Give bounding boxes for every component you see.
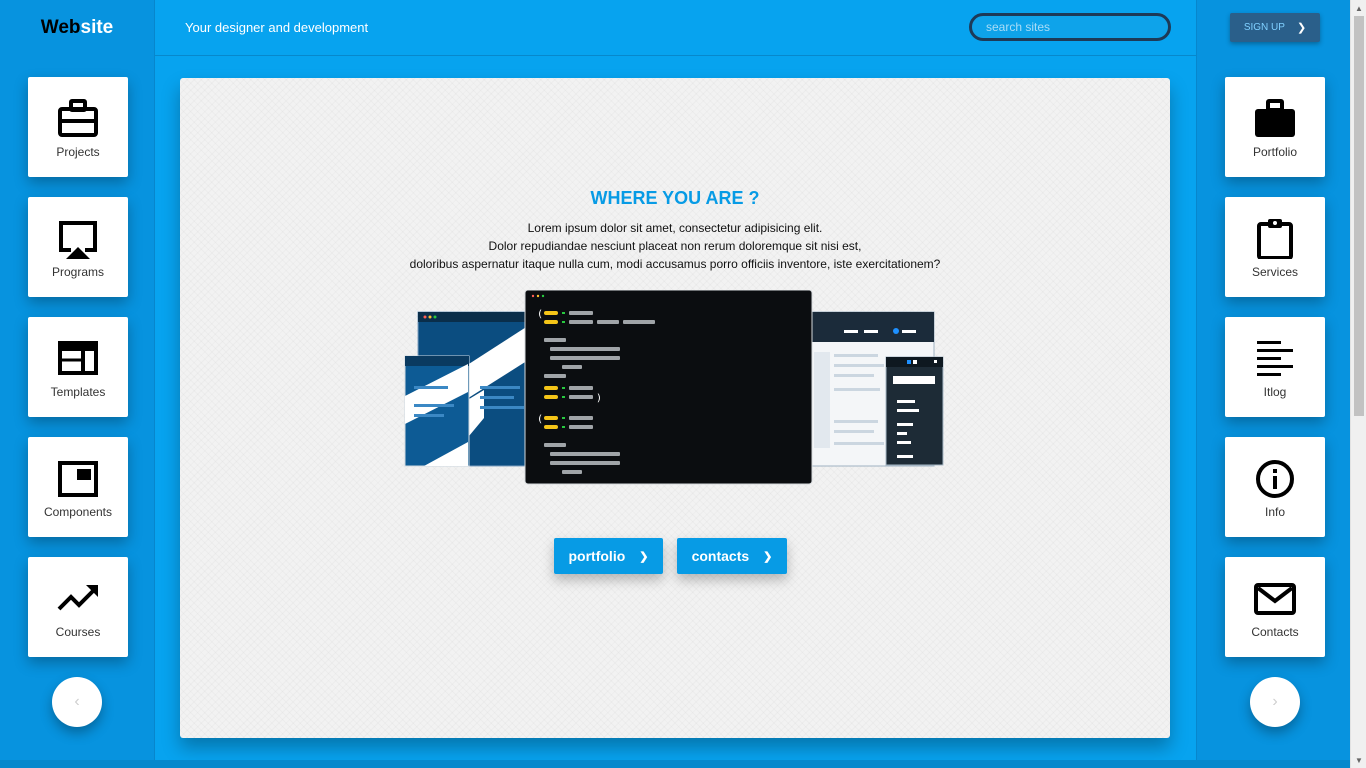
portfolio-button[interactable]: portfolio ❯ [554, 538, 663, 574]
nav-tile-services[interactable]: Services [1225, 197, 1325, 297]
chevron-left-icon: ‹ [74, 693, 80, 710]
code-editor-mockup: ( ) ( [524, 290, 813, 485]
top-header: Website Your designer and development SI… [0, 0, 1350, 56]
airplay-icon [59, 221, 97, 259]
nav-tile-contacts[interactable]: Contacts [1225, 557, 1325, 657]
left-sidebar: Projects Programs Templates Components C… [0, 56, 155, 768]
intro-line: Dolor repudiandae nesciunt placeat non r… [488, 239, 862, 253]
contacts-button-label: contacts [691, 548, 750, 564]
chevron-right-icon: ❯ [1296, 22, 1307, 34]
right-sidebar: Portfolio Services Itlog Info Contacts › [1196, 56, 1350, 768]
text-lines-icon [1257, 341, 1293, 376]
logo-area[interactable]: Website [0, 0, 155, 56]
vertical-scrollbar[interactable]: ▲ ▼ [1350, 0, 1366, 768]
chevron-right-icon: ❯ [639, 550, 649, 563]
signup-area: SIGN UP ❯ [1196, 0, 1350, 56]
page-title: WHERE YOU ARE ? [590, 188, 760, 208]
next-button[interactable]: › [1250, 677, 1300, 727]
contacts-button[interactable]: contacts ❯ [677, 538, 787, 574]
scrollbar-thumb[interactable] [1354, 16, 1364, 416]
picture-in-picture-icon [58, 461, 98, 497]
nav-tile-info[interactable]: Info [1225, 437, 1325, 537]
intro-line: doloribus aspernatur itaque nulla cum, m… [409, 257, 941, 271]
info-icon [1256, 460, 1294, 498]
intro-line: Lorem ipsum dolor sit amet, consectetur … [527, 221, 823, 235]
nav-tile-itlog[interactable]: Itlog [1225, 317, 1325, 417]
search-input[interactable] [969, 13, 1171, 41]
trending-up-icon [57, 585, 98, 611]
nav-tile-components[interactable]: Components [28, 437, 128, 537]
site-logo[interactable]: Website [41, 17, 114, 39]
hero-illustration: ( ) ( [404, 290, 944, 485]
logo-part-web: Web [40, 17, 81, 38]
briefcase-outline-icon [58, 99, 98, 137]
nav-label: Components [43, 505, 113, 519]
nav-label: Templates [50, 385, 106, 399]
nav-tile-programs[interactable]: Programs [28, 197, 128, 297]
nav-label: Programs [51, 265, 104, 279]
web-template-icon [58, 341, 98, 375]
scroll-up-icon[interactable]: ▲ [1351, 0, 1366, 16]
code-paren: ( [537, 309, 543, 320]
nav-label: Courses [55, 625, 101, 639]
prev-button[interactable]: ‹ [52, 677, 102, 727]
scroll-down-icon[interactable]: ▼ [1351, 752, 1366, 768]
intro-text: Lorem ipsum dolor sit amet, consectetur … [180, 219, 1170, 273]
nav-tile-projects[interactable]: Projects [28, 77, 128, 177]
logo-part-site: site [80, 17, 114, 38]
dashboard-mockup [805, 311, 944, 467]
clipboard-icon [1257, 219, 1293, 259]
chevron-right-icon: ❯ [763, 550, 773, 563]
sign-up-button[interactable]: SIGN UP ❯ [1230, 13, 1320, 42]
footer-strip [0, 760, 1350, 768]
sign-up-label: SIGN UP [1243, 22, 1285, 33]
code-paren: ) [596, 393, 602, 404]
nav-tile-courses[interactable]: Courses [28, 557, 128, 657]
nav-label: Services [1251, 265, 1298, 279]
blue-website-mockup [404, 311, 545, 467]
nav-label: Projects [56, 145, 100, 159]
briefcase-icon [1255, 99, 1295, 137]
nav-label: Itlog [1263, 385, 1287, 399]
content-panel: WHERE YOU ARE ? Lorem ipsum dolor sit am… [180, 78, 1170, 738]
tagline: Your designer and development [185, 20, 369, 35]
nav-tile-templates[interactable]: Templates [28, 317, 128, 417]
nav-label: Info [1264, 505, 1285, 519]
main-area: WHERE YOU ARE ? Lorem ipsum dolor sit am… [155, 56, 1196, 768]
nav-tile-portfolio[interactable]: Portfolio [1225, 77, 1325, 177]
mail-icon [1254, 583, 1296, 615]
code-paren: ( [537, 414, 543, 425]
chevron-right-icon: › [1272, 693, 1278, 710]
portfolio-button-label: portfolio [568, 548, 626, 564]
nav-label: Contacts [1251, 625, 1299, 639]
nav-label: Portfolio [1252, 145, 1298, 159]
